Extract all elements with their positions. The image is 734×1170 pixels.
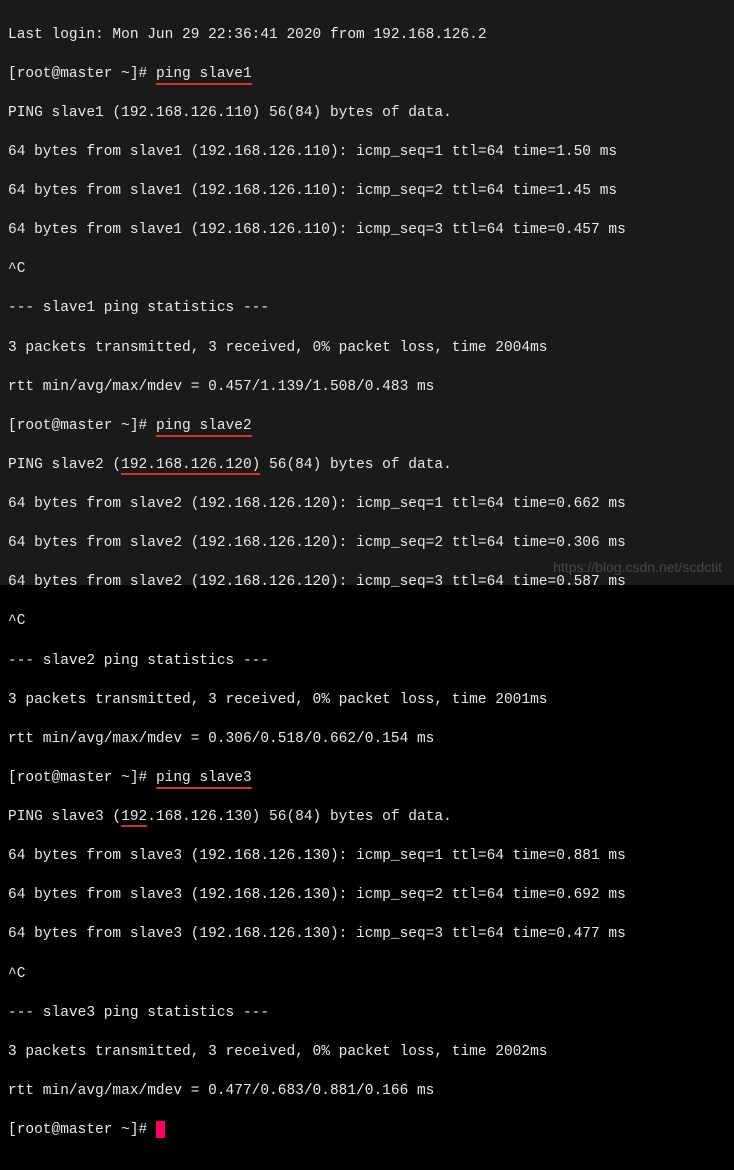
ping-reply: 64 bytes from slave1 (192.168.126.110): …: [8, 143, 726, 163]
ping-reply: 64 bytes from slave1 (192.168.126.110): …: [8, 182, 726, 202]
stats-rtt: rtt min/avg/max/mdev = 0.306/0.518/0.662…: [8, 730, 726, 750]
command-text: ping slave2: [156, 418, 252, 437]
ip-underlined: 192.168.126.120): [121, 457, 260, 475]
stats-rtt: rtt min/avg/max/mdev = 0.457/1.139/1.508…: [8, 378, 726, 398]
command-text: ping slave1: [156, 66, 252, 85]
terminal-cursor[interactable]: [156, 1121, 165, 1138]
interrupt: ^C: [8, 612, 726, 632]
ping-reply: 64 bytes from slave3 (192.168.126.130): …: [8, 925, 726, 945]
prompt-line-1: [root@master ~]# ping slave1: [8, 65, 726, 85]
ping-header-text: PING slave2 (: [8, 457, 121, 473]
interrupt: ^C: [8, 260, 726, 280]
stats-rtt: rtt min/avg/max/mdev = 0.477/0.683/0.881…: [8, 1082, 726, 1102]
ping-header: PING slave1 (192.168.126.110) 56(84) byt…: [8, 104, 726, 124]
stats-header: --- slave3 ping statistics ---: [8, 1004, 726, 1024]
command-text: ping slave3: [156, 770, 252, 789]
prompt-line-3: [root@master ~]# ping slave3: [8, 769, 726, 789]
prompt-line-2: [root@master ~]# ping slave2: [8, 417, 726, 437]
shell-prompt: [root@master ~]#: [8, 770, 156, 786]
ping-header: PING slave3 (192.168.126.130) 56(84) byt…: [8, 808, 726, 828]
ping-reply: 64 bytes from slave1 (192.168.126.110): …: [8, 221, 726, 241]
stats-header: --- slave1 ping statistics ---: [8, 299, 726, 319]
stats-summary: 3 packets transmitted, 3 received, 0% pa…: [8, 691, 726, 711]
ping-reply: 64 bytes from slave3 (192.168.126.130): …: [8, 847, 726, 867]
last-login-line: Last login: Mon Jun 29 22:36:41 2020 fro…: [8, 26, 726, 46]
shell-prompt: [root@master ~]#: [8, 1122, 156, 1138]
stats-summary: 3 packets transmitted, 3 received, 0% pa…: [8, 1043, 726, 1063]
ping-reply: 64 bytes from slave2 (192.168.126.120): …: [8, 573, 726, 593]
shell-prompt: [root@master ~]#: [8, 66, 156, 82]
ping-reply: 64 bytes from slave3 (192.168.126.130): …: [8, 886, 726, 906]
ping-header-text: PING slave3 (: [8, 809, 121, 825]
prompt-line-cursor[interactable]: [root@master ~]#: [8, 1121, 726, 1141]
ping-reply: 64 bytes from slave2 (192.168.126.120): …: [8, 534, 726, 554]
ping-header-tail: 56(84) bytes of data.: [260, 457, 451, 473]
ping-header-tail: .168.126.130) 56(84) bytes of data.: [147, 809, 452, 825]
stats-summary: 3 packets transmitted, 3 received, 0% pa…: [8, 339, 726, 359]
ping-reply: 64 bytes from slave2 (192.168.126.120): …: [8, 495, 726, 515]
interrupt: ^C: [8, 965, 726, 985]
ip-underlined: 192: [121, 809, 147, 827]
shell-prompt: [root@master ~]#: [8, 418, 156, 434]
terminal-window[interactable]: Last login: Mon Jun 29 22:36:41 2020 fro…: [0, 0, 734, 585]
ping-header: PING slave2 (192.168.126.120) 56(84) byt…: [8, 456, 726, 476]
stats-header: --- slave2 ping statistics ---: [8, 652, 726, 672]
